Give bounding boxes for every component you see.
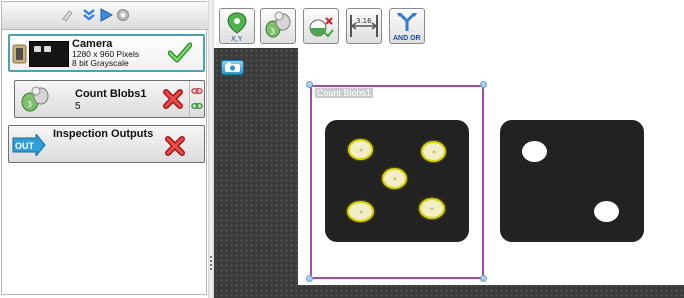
roi-handle[interactable] [306, 81, 313, 88]
measure-tool[interactable]: 3.16 [346, 8, 382, 44]
collapse-down-icon[interactable] [82, 8, 96, 22]
steps-panel: Camera 1280 x 960 Pixels 8 bit Grayscale… [1, 1, 208, 295]
steps-toolbar [2, 2, 208, 30]
camera-icon [225, 62, 240, 72]
outputs-title: Inspection Outputs [53, 128, 154, 140]
eraser-icon[interactable] [60, 8, 74, 22]
splitter-grip[interactable] [210, 256, 212, 272]
count-blobs-tool[interactable]: 3 [260, 8, 296, 44]
roi-handle[interactable] [306, 275, 313, 282]
roi-rectangle[interactable] [310, 85, 484, 279]
count-blobs-result: 5 [75, 101, 81, 112]
inspection-outputs-step[interactable]: OUT Inspection Outputs [8, 125, 205, 163]
and-or-icon: AND OR [393, 12, 421, 42]
roi-handle[interactable] [480, 81, 487, 88]
die-pip [522, 141, 547, 162]
count-blobs-icon: 3 [265, 11, 291, 38]
x-icon [163, 89, 183, 112]
svg-text:3: 3 [270, 27, 275, 36]
check-icon [167, 42, 193, 67]
camera-format: 8 bit Grayscale [72, 58, 129, 68]
tools-toolbar: X,Y 3 3.16 AND OR [214, 6, 684, 48]
settings-icon[interactable] [116, 8, 130, 22]
svg-text:X,Y: X,Y [231, 35, 243, 43]
count-blobs-step[interactable]: 3 Count Blobs1 5 [14, 80, 205, 118]
camera-thumbnail [29, 41, 69, 67]
svg-text:AND OR: AND OR [393, 35, 421, 42]
locate-xy-tool[interactable]: X,Y [219, 8, 255, 44]
blob-tool-icon: 3 [20, 86, 50, 117]
output-arrow-icon: OUT [12, 132, 46, 159]
camera-step-icon [12, 42, 28, 69]
snapshot-camera-button[interactable] [221, 60, 244, 75]
roi-label: Count Blobs1 [315, 88, 374, 98]
svg-text:3.16: 3.16 [356, 17, 372, 25]
out-badge: OUT [15, 141, 35, 151]
camera-step[interactable]: Camera 1280 x 960 Pixels 8 bit Grayscale [8, 34, 205, 72]
roi-handle[interactable] [480, 275, 487, 282]
pin-xy-icon: X,Y [227, 12, 247, 43]
measure-icon: 3.16 [350, 15, 378, 37]
play-icon[interactable] [99, 8, 114, 22]
link-icons[interactable] [189, 81, 204, 117]
die-two [500, 120, 644, 242]
svg-text:3: 3 [27, 100, 32, 109]
count-blobs-title: Count Blobs1 [75, 88, 147, 100]
presence-check-tool[interactable] [303, 8, 339, 44]
presence-check-icon [309, 17, 334, 38]
die-pip [594, 201, 619, 222]
logic-tool[interactable]: AND OR [389, 8, 425, 44]
x-icon [165, 136, 185, 159]
